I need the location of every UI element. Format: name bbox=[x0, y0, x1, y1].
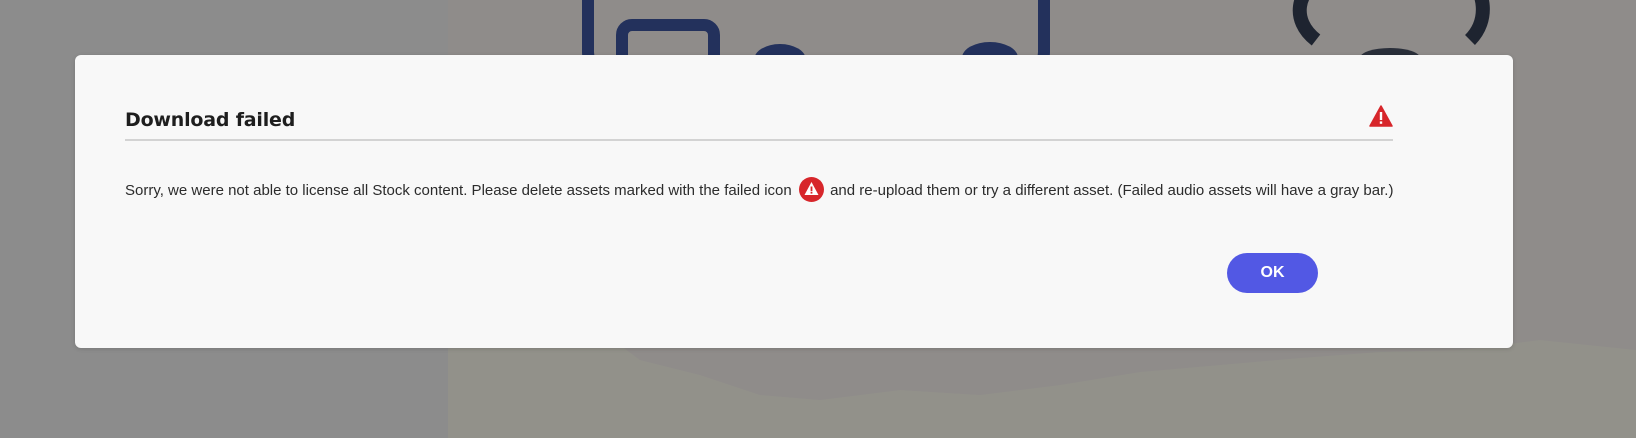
dialog-title: Download failed bbox=[125, 109, 296, 131]
ok-button[interactable]: OK bbox=[1227, 253, 1318, 293]
message-text-part-1: Sorry, we were not able to license all S… bbox=[125, 182, 792, 199]
alert-circle-icon bbox=[798, 177, 824, 202]
dialog-header: Download failed bbox=[125, 105, 1393, 141]
dialog-message: Sorry, we were not able to license all S… bbox=[125, 177, 1405, 204]
message-text-part-2: and re-upload them or try a different as… bbox=[830, 182, 1394, 199]
download-failed-dialog: Download failed Sorry, we were not able … bbox=[75, 55, 1513, 348]
alert-triangle-icon bbox=[1369, 105, 1393, 127]
